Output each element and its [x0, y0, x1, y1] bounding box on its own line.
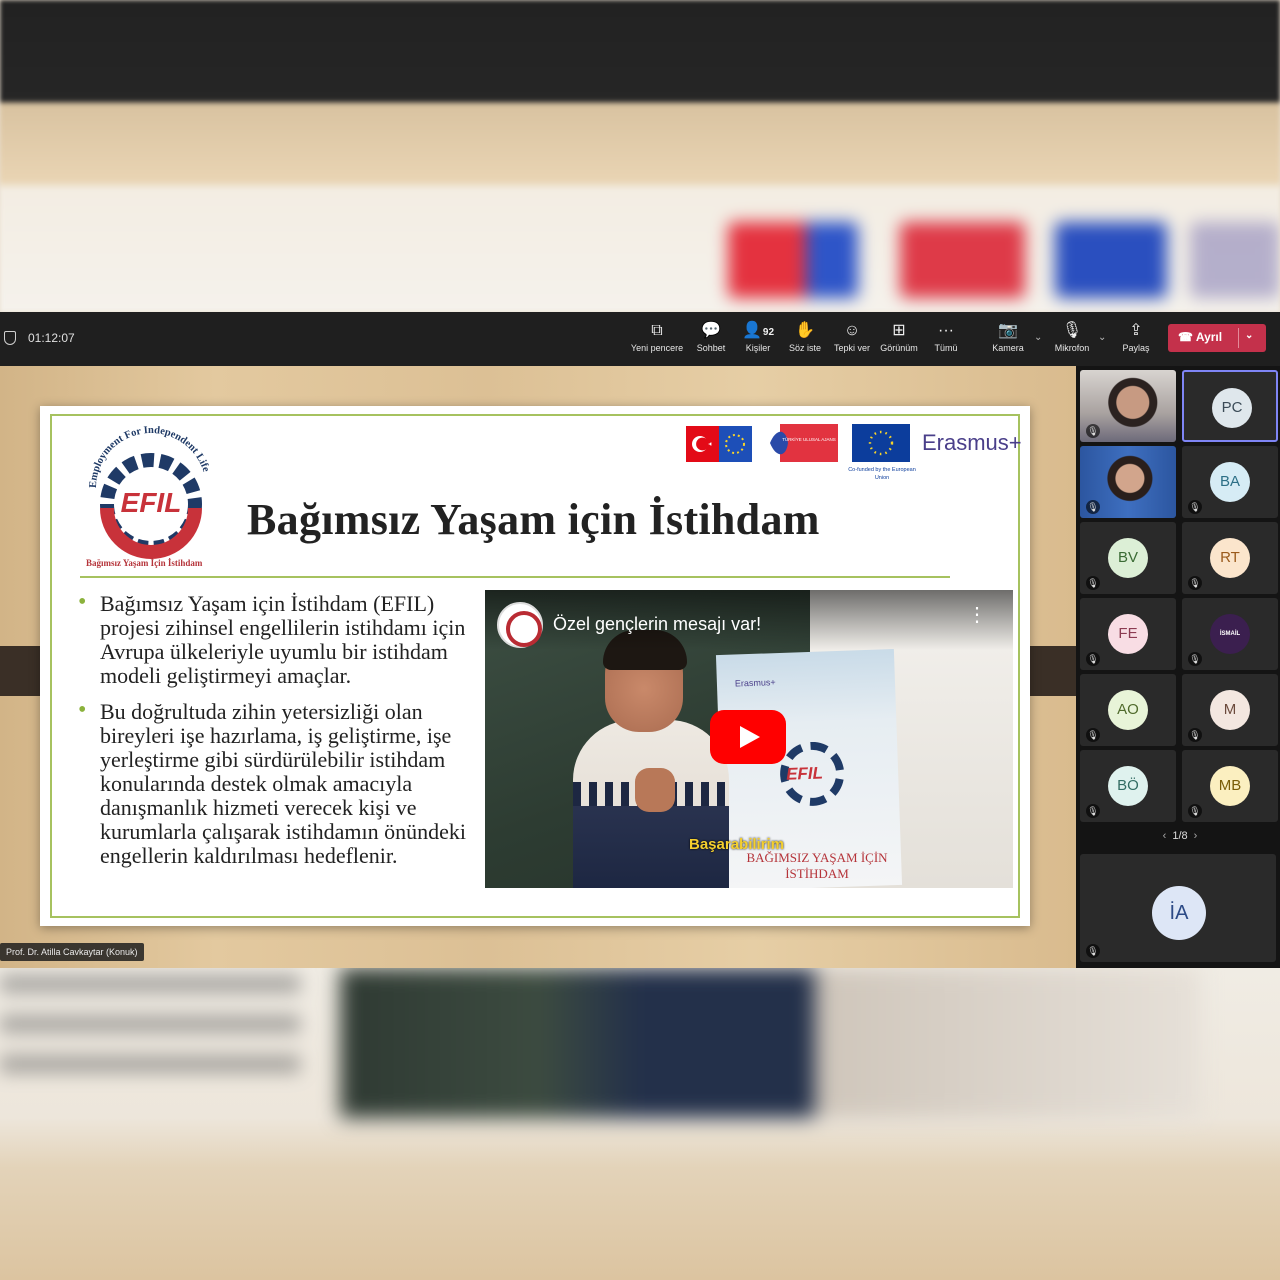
video-banner-text: BAĞIMSIZ YAŞAM İÇİN İSTİHDAM [746, 850, 888, 881]
participant-tile[interactable]: 🎙 [1080, 446, 1176, 518]
mic-off-icon: 🎙 [1086, 804, 1100, 818]
participant-tile[interactable]: 🎙 [1080, 370, 1176, 442]
blurred-video [340, 968, 1200, 1118]
chevron-left-icon[interactable]: ‹ [1163, 830, 1167, 842]
participant-tile[interactable]: AO 🎙 [1080, 674, 1176, 746]
participant-tile[interactable]: BA 🎙 [1182, 446, 1278, 518]
slide-bullet: Bu doğrultuda zihin yetersizliği olan bi… [78, 698, 478, 868]
camera-off-icon: 📷 [998, 322, 1018, 339]
youtube-play-button[interactable] [710, 710, 786, 764]
avatar: PC [1212, 388, 1252, 428]
phone-hangup-icon: ☎ [1178, 330, 1193, 344]
mic-off-icon: 🎙 [1086, 728, 1100, 742]
participant-tile[interactable]: BV 🎙 [1080, 522, 1176, 594]
shield-icon [4, 331, 16, 345]
national-agency-logo: TÜRKİYE ULUSAL AJANS [770, 424, 838, 462]
participant-tile[interactable]: M 🎙 [1182, 674, 1278, 746]
logo-tagline: Bağımsız Yaşam İçin İstihdam [86, 558, 203, 568]
mic-off-icon: 🎙 [1086, 576, 1100, 590]
video-channel-avatar[interactable] [497, 602, 543, 648]
participant-tile[interactable]: İA 🎙 [1080, 854, 1276, 962]
avatar: BÖ [1108, 766, 1148, 806]
svg-text:EFIL: EFIL [121, 487, 182, 518]
avatar: AO [1108, 690, 1148, 730]
mic-off-icon: 🎙 [1086, 652, 1100, 666]
eu-cofunded-note: Co-funded by the European Union [848, 467, 916, 481]
mic-off-icon: 🎙 [1188, 500, 1202, 514]
mic-off-icon: 🎙 [1188, 576, 1202, 590]
new-window-button[interactable]: ⧉ Yeni pencere [627, 320, 687, 362]
mic-off-icon: 🎙 [1188, 652, 1202, 666]
slide-bullet-list: Bağımsız Yaşam için İstihdam (EFIL) proj… [78, 590, 478, 880]
avatar: RT [1210, 538, 1250, 578]
blurred-text [0, 975, 300, 1095]
shared-screen: Employment For Independent Life EFIL Bağ… [0, 366, 1076, 968]
participant-tile[interactable]: RT 🎙 [1182, 522, 1278, 594]
chevron-right-icon[interactable]: › [1194, 830, 1198, 842]
camera-button[interactable]: 📷 Kamera [978, 320, 1038, 362]
microphone-button[interactable]: 🎙 Mikrofon [1042, 320, 1102, 362]
avatar: İA [1152, 886, 1206, 940]
avatar: BA [1210, 462, 1250, 502]
blurred-logo [728, 222, 858, 298]
share-icon: ⇪ [1129, 322, 1143, 339]
avatar: M [1210, 690, 1250, 730]
avatar: FE [1108, 614, 1148, 654]
video-more-icon[interactable]: ⋮ [967, 605, 987, 625]
avatar: BV [1108, 538, 1148, 578]
participant-tile[interactable]: PC [1182, 370, 1278, 442]
presentation-slide: Employment For Independent Life EFIL Bağ… [40, 406, 1030, 926]
mic-off-icon: 🎙 [1086, 944, 1100, 958]
avatar: İSMAİL [1210, 614, 1250, 654]
mic-options-chevron-icon[interactable]: ⌄ [1098, 332, 1106, 343]
video-title[interactable]: Özel gençlerin mesajı var! [553, 614, 761, 635]
mic-off-icon: 🎙 [1086, 424, 1100, 438]
embedded-youtube-video[interactable]: Erasmus+ EFIL BAĞIMSIZ YAŞAM İÇİN İSTİHD… [485, 590, 1013, 888]
slide-title: Bağımsız Yaşam için İstihdam [247, 495, 820, 544]
participant-pager: ‹ 1/8 › [1162, 830, 1198, 842]
blurred-logo [1055, 222, 1167, 298]
video-caption: Başarabilirim [689, 836, 785, 853]
participant-tile[interactable]: BÖ 🎙 [1080, 750, 1176, 822]
leave-options-chevron-icon[interactable]: ⌄ [1245, 330, 1253, 341]
presenter-name-tag: Prof. Dr. Atilla Cavkaytar (Konuk) [0, 943, 144, 961]
leave-button[interactable]: ☎ Ayrıl ⌄ [1168, 324, 1266, 352]
mic-off-icon: 🎙 [1188, 804, 1202, 818]
efil-logo: Employment For Independent Life EFIL [88, 425, 211, 559]
turkey-eu-flag-logo [686, 426, 752, 462]
svg-text:TÜRKİYE ULUSAL AJANS: TÜRKİYE ULUSAL AJANS [782, 436, 836, 442]
slide-bullet: Bağımsız Yaşam için İstihdam (EFIL) proj… [78, 590, 478, 688]
blurred-logo [900, 222, 1025, 298]
new-window-icon: ⧉ [651, 322, 663, 339]
more-icon: ··· [938, 322, 954, 339]
blurred-logo [1190, 222, 1280, 298]
share-button[interactable]: ⇪ Paylaş [1106, 320, 1166, 362]
people-count: 92 [762, 327, 775, 338]
erasmus-logo: Erasmus+ [922, 430, 1022, 455]
mic-off-icon: 🎙 [1188, 728, 1202, 742]
participant-tile[interactable]: İSMAİL 🎙 [1182, 598, 1278, 670]
more-button[interactable]: ··· Tümü [916, 320, 976, 362]
camera-options-chevron-icon[interactable]: ⌄ [1034, 332, 1042, 343]
meeting-toolbar: 01:12:07 ⧉ Yeni pencere 💬 Sohbet 👤92 Kiş… [0, 312, 1280, 366]
meeting-timer: 01:12:07 [28, 331, 75, 345]
eu-flag-logo [852, 424, 910, 462]
blurred-background-top [0, 0, 1280, 312]
avatar: MB [1210, 766, 1250, 806]
participant-tile[interactable]: MB 🎙 [1182, 750, 1278, 822]
participant-tile[interactable]: FE 🎙 [1080, 598, 1176, 670]
mic-off-icon: 🎙 [1086, 500, 1100, 514]
mic-off-icon: 🎙 [1061, 322, 1083, 339]
